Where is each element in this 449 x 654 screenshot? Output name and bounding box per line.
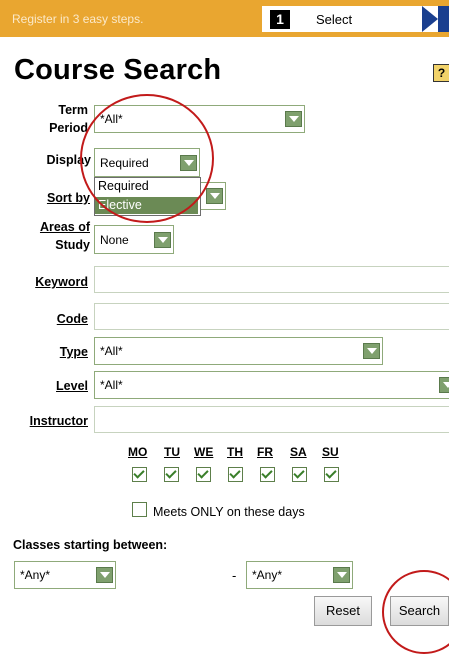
instructor-label: Instructor	[0, 414, 88, 428]
day-label-we: WE	[194, 445, 214, 459]
step-label: Select	[316, 12, 353, 27]
chevron-down-icon[interactable]	[96, 567, 113, 583]
start-time-to-value: *Any*	[252, 568, 283, 582]
type-value: *All*	[100, 344, 123, 358]
sort-by-text: Sort by	[46, 191, 90, 205]
meets-only-label: Meets ONLY on these days	[153, 505, 305, 519]
type-text: Type	[59, 345, 88, 359]
annotation-circle-search	[382, 570, 449, 654]
day-label-mo: MO	[128, 445, 148, 459]
day-label-fr: FR	[257, 445, 273, 459]
day-checkbox-su[interactable]	[324, 467, 339, 482]
meets-only-checkbox[interactable]	[132, 502, 147, 517]
day-checkbox-fr[interactable]	[260, 467, 275, 482]
start-time-from-select[interactable]: *Any*	[14, 561, 116, 589]
areas-label-line1: Areas of	[39, 220, 90, 234]
day-checkbox-sa[interactable]	[292, 467, 307, 482]
level-label: Level	[14, 379, 88, 393]
day-label-th: TH	[227, 445, 243, 459]
registration-steps-bar: Register in 3 easy steps. 1 Select	[0, 0, 449, 37]
annotation-circle-display	[80, 94, 214, 223]
chevron-down-icon[interactable]	[333, 567, 350, 583]
keyword-input[interactable]	[94, 266, 449, 293]
chevron-down-icon[interactable]	[363, 343, 380, 359]
day-checkbox-mo[interactable]	[132, 467, 147, 482]
level-select[interactable]: *All*	[94, 371, 449, 399]
term-label-line2: Period	[49, 121, 88, 135]
reset-button[interactable]: Reset	[314, 596, 372, 626]
step-number-badge: 1	[270, 10, 290, 29]
code-label: Code	[14, 312, 88, 326]
day-checkbox-we[interactable]	[196, 467, 211, 482]
day-checkbox-tu[interactable]	[164, 467, 179, 482]
day-checkbox-th[interactable]	[228, 467, 243, 482]
steps-intro-text: Register in 3 easy steps.	[12, 12, 144, 26]
term-period-label: Term Period	[20, 103, 88, 135]
term-label-line1: Term	[58, 103, 88, 117]
day-label-tu: TU	[164, 445, 180, 459]
keyword-label: Keyword	[14, 275, 88, 289]
range-dash: -	[232, 568, 237, 583]
keyword-text: Keyword	[35, 275, 88, 289]
instructor-text: Instructor	[29, 414, 88, 428]
areas-label-line2: Study	[55, 238, 90, 252]
sort-by-label: Sort by	[20, 191, 90, 205]
code-text: Code	[56, 312, 88, 326]
areas-of-study-select[interactable]: None	[94, 225, 174, 254]
level-value: *All*	[100, 378, 123, 392]
next-step-tab[interactable]	[438, 6, 449, 32]
start-time-from-value: *Any*	[20, 568, 51, 582]
start-time-to-select[interactable]: *Any*	[246, 561, 353, 589]
type-label: Type	[14, 345, 88, 359]
day-label-sa: SA	[290, 445, 307, 459]
instructor-input[interactable]	[94, 406, 449, 433]
chevron-down-icon[interactable]	[154, 231, 171, 248]
help-icon[interactable]: ?	[433, 64, 449, 82]
level-text: Level	[56, 379, 88, 393]
classes-between-label: Classes starting between:	[13, 538, 168, 552]
chevron-down-icon[interactable]	[439, 377, 449, 393]
day-label-su: SU	[322, 445, 339, 459]
step-chevron-icon	[422, 6, 438, 32]
areas-of-study-value: None	[100, 232, 129, 247]
code-input[interactable]	[94, 303, 449, 330]
page-title: Course Search	[14, 54, 222, 86]
type-select[interactable]: *All*	[94, 337, 383, 365]
chevron-down-icon[interactable]	[206, 188, 223, 204]
chevron-down-icon[interactable]	[285, 111, 302, 127]
areas-of-study-label: Areas of Study	[14, 220, 90, 252]
